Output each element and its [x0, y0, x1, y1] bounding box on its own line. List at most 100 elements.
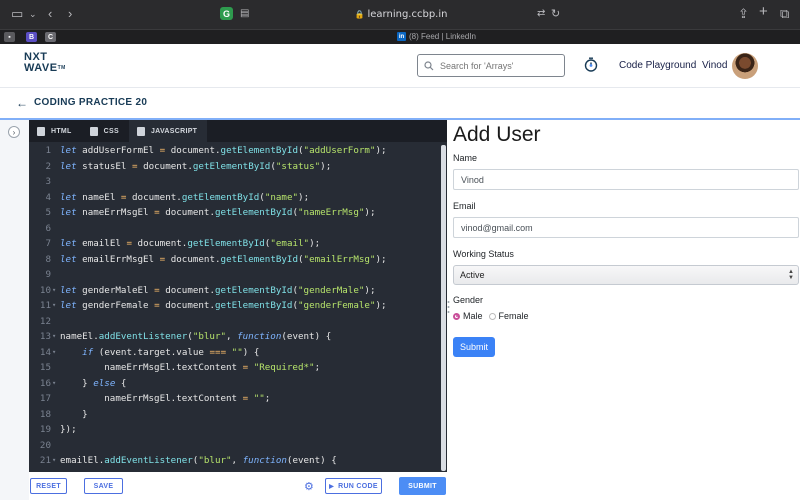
- code-text: nameErrMsgEl.textContent = "";: [104, 393, 271, 404]
- line-number: 7: [45, 238, 51, 249]
- code-text: }: [82, 408, 88, 420]
- expand-panel-button[interactable]: ›: [8, 126, 20, 138]
- tab-bar: ▪ B C in (8) Feed | LinkedIn: [0, 29, 800, 44]
- editor-scrollbar[interactable]: [441, 145, 446, 471]
- app-header: NXT WAVETM Code Playground Vinod: [0, 44, 800, 88]
- back-arrow-icon[interactable]: ←: [16, 96, 28, 110]
- code-line[interactable]: 19});: [29, 422, 439, 438]
- code-line[interactable]: 7 let emailEl = document.getElementById("…: [29, 236, 439, 252]
- save-button[interactable]: SAVE: [84, 478, 123, 494]
- tab-css[interactable]: CSS: [82, 120, 129, 142]
- fold-arrow-icon[interactable]: ▾: [52, 453, 56, 469]
- line-number: 18: [39, 408, 51, 420]
- code-text: let nameErrMsgEl = document.getElementBy…: [60, 207, 376, 218]
- code-line[interactable]: 8 let emailErrMsgEl = document.getElement…: [29, 252, 439, 268]
- bookmark-c-favicon[interactable]: C: [45, 32, 56, 42]
- line-number: 11: [39, 300, 51, 311]
- address-bar[interactable]: 🔒 learning.ccbp.in: [236, 5, 566, 24]
- sidebar-toggle-icon[interactable]: ▭: [11, 6, 23, 22]
- line-number: 13: [39, 331, 51, 342]
- female-radio[interactable]: [488, 312, 496, 320]
- code-line[interactable]: 16 ▾ } else {: [29, 376, 439, 392]
- code-text: emailEl.addEventListener("blur", functio…: [60, 455, 337, 466]
- code-line[interactable]: 11 ▾ let genderFemale = document.getElemen…: [29, 298, 439, 314]
- working-status-value: Active: [460, 270, 485, 280]
- code-line[interactable]: 1 let addUserFormEl = document.getElement…: [29, 143, 439, 159]
- avatar[interactable]: [732, 53, 758, 79]
- bookmark-b-favicon[interactable]: B: [26, 32, 37, 42]
- code-line[interactable]: 2 let statusEl = document.getElementById(…: [29, 159, 439, 175]
- gear-icon[interactable]: ⚙: [304, 480, 314, 493]
- tab-html[interactable]: HTML: [29, 120, 82, 142]
- line-number: 14: [39, 346, 51, 358]
- fold-arrow-icon[interactable]: ▾: [52, 345, 56, 361]
- chevron-down-icon[interactable]: ⌄: [29, 6, 37, 22]
- code-text: } else {: [82, 377, 127, 389]
- code-line[interactable]: 15 nameErrMsgEl.textContent = "Required*…: [29, 360, 439, 376]
- fold-arrow-icon[interactable]: ▾: [52, 376, 56, 392]
- tab-label: HTML: [51, 127, 72, 135]
- code-line[interactable]: 13 ▾ nameEl.addEventListener("blur", funct…: [29, 329, 439, 345]
- working-status-select[interactable]: Active ▲ ▼: [453, 265, 799, 285]
- submit-button[interactable]: Submit: [453, 337, 495, 357]
- select-arrows-icon: ▲ ▼: [788, 269, 794, 281]
- code-line[interactable]: 9: [29, 267, 439, 283]
- gender-radio-group: Male Female: [453, 311, 529, 321]
- search-input[interactable]: [440, 60, 558, 71]
- bookmark-favicon[interactable]: ▪: [4, 32, 15, 42]
- fold-arrow-icon[interactable]: ▾: [52, 329, 56, 345]
- code-line[interactable]: 10 ▾ let genderMaleEl = document.getElemen…: [29, 283, 439, 299]
- code-line[interactable]: 12: [29, 314, 439, 330]
- code-text: nameEl.addEventListener("blur", function…: [60, 331, 332, 342]
- resize-handle-icon[interactable]: [447, 300, 450, 314]
- code-area[interactable]: 1 let addUserFormEl = document.getElement…: [29, 142, 439, 472]
- male-label[interactable]: Male: [463, 311, 483, 321]
- search-box[interactable]: [417, 54, 565, 77]
- tab-javascript[interactable]: JAVASCRIPT: [128, 120, 208, 142]
- email-input[interactable]: [453, 217, 799, 238]
- linkedin-tab[interactable]: in (8) Feed | LinkedIn: [397, 32, 476, 41]
- code-line[interactable]: 4 let nameEl = document.getElementById("n…: [29, 190, 439, 206]
- linkedin-icon: in: [397, 32, 406, 41]
- fold-arrow-icon[interactable]: ▾: [52, 283, 56, 299]
- line-number: 15: [39, 362, 51, 373]
- forward-nav-icon[interactable]: ›: [68, 6, 72, 22]
- run-code-label: RUN CODE: [338, 482, 378, 490]
- nxtwave-logo[interactable]: NXT WAVETM: [24, 52, 66, 74]
- new-tab-icon[interactable]: +: [759, 4, 768, 20]
- play-icon: ▶: [329, 483, 335, 490]
- code-line[interactable]: 17 nameErrMsgEl.textContent = "";: [29, 391, 439, 407]
- name-label: Name: [453, 153, 478, 163]
- line-number: 20: [39, 439, 51, 451]
- code-playground-link[interactable]: Code Playground: [619, 60, 696, 71]
- practice-header: ← CODING PRACTICE 20: [0, 88, 800, 118]
- code-line[interactable]: 18 }: [29, 407, 439, 423]
- code-line[interactable]: 5 let nameErrMsgEl = document.getElementB…: [29, 205, 439, 221]
- reload-icon[interactable]: ↻: [551, 6, 560, 22]
- male-radio[interactable]: [453, 312, 460, 320]
- email-label: Email: [453, 201, 476, 211]
- translate-icon[interactable]: ⇄: [537, 6, 545, 22]
- code-line[interactable]: 3: [29, 174, 439, 190]
- reset-button[interactable]: RESET: [30, 478, 67, 494]
- code-line[interactable]: 20: [29, 438, 439, 454]
- code-line[interactable]: 21 ▾ emailEl.addEventListener("blur", func…: [29, 453, 439, 469]
- logo-line2: WAVE: [24, 62, 58, 74]
- tab-overview-icon[interactable]: ⧉: [780, 6, 789, 22]
- user-name[interactable]: Vinod: [702, 60, 727, 71]
- back-nav-icon[interactable]: ‹: [48, 6, 52, 22]
- grammarly-extension-icon[interactable]: G: [220, 7, 233, 20]
- submit-code-button[interactable]: SUBMIT: [399, 477, 446, 495]
- code-text: if (event.target.value === "") {: [82, 346, 260, 358]
- run-code-button[interactable]: ▶ RUN CODE: [325, 478, 382, 494]
- female-label[interactable]: Female: [499, 311, 529, 321]
- line-number: 5: [45, 207, 51, 218]
- line-number: 10: [39, 284, 51, 296]
- code-line[interactable]: 14 ▾ if (event.target.value === "") {: [29, 345, 439, 361]
- code-line[interactable]: 6: [29, 221, 439, 237]
- share-icon[interactable]: ⇪: [738, 6, 749, 22]
- name-input[interactable]: [453, 169, 799, 190]
- timer-icon[interactable]: [584, 57, 598, 72]
- fold-arrow-icon[interactable]: ▾: [52, 298, 56, 314]
- tab-label: JAVASCRIPT: [150, 127, 198, 135]
